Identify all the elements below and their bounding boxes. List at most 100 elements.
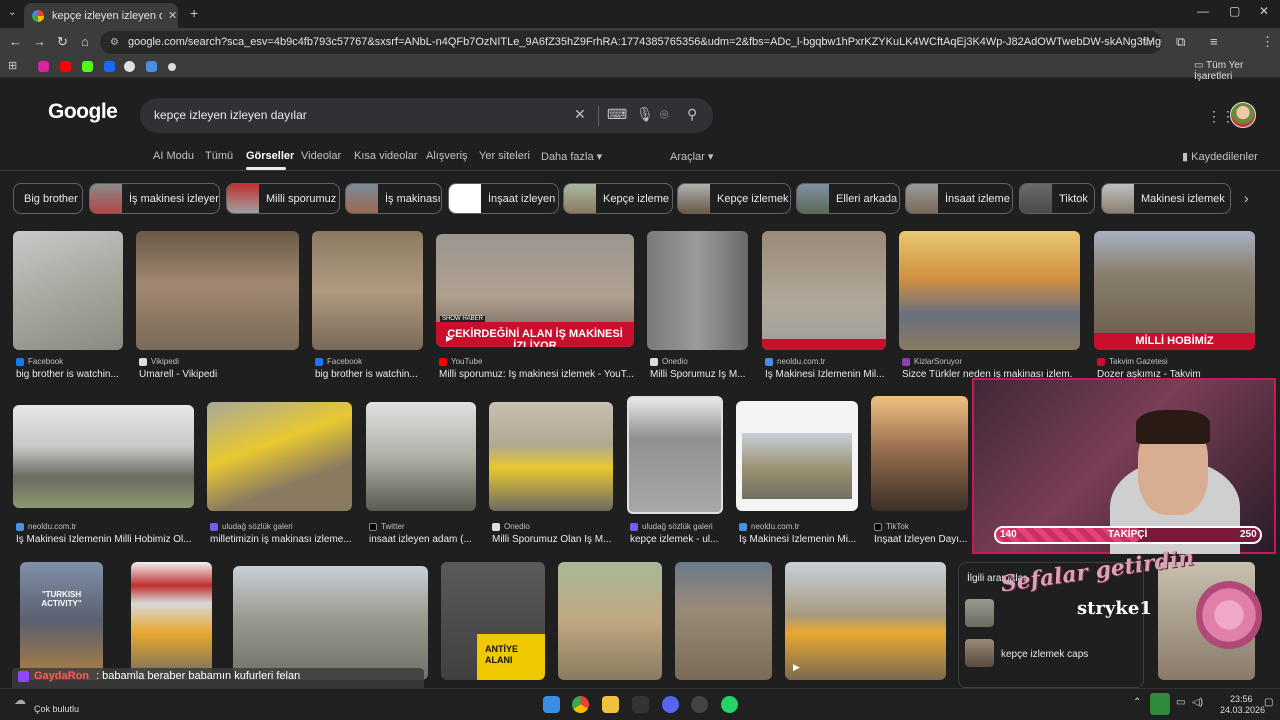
result-caption[interactable]: İş Makinesi İzlemenin Milli Hobimiz Ol..… (16, 534, 196, 545)
result-caption[interactable]: milletimizin iş makinası izleme... (210, 534, 352, 545)
search-box[interactable]: kepçe izleyen izleyen dayılar ✕ ⌨ 🎙 ⌾ ⚲ (140, 98, 713, 133)
result-caption[interactable]: insaat izleyen adam (... (369, 534, 479, 545)
back-icon[interactable]: ← (9, 34, 22, 49)
site-info-icon[interactable]: ⚙ (110, 31, 119, 54)
image-result[interactable]: ▶ (785, 562, 946, 680)
translate-icon[interactable] (146, 61, 157, 72)
chip-insaat-izleyen[interactable]: İnşaat izleyen (448, 183, 559, 214)
image-result[interactable] (736, 401, 858, 511)
network-icon[interactable]: ▭ (1176, 697, 1185, 708)
tab-ai-mode[interactable]: AI Modu (153, 150, 194, 162)
lens-icon[interactable]: ⌾ (660, 106, 668, 123)
weather-icon[interactable]: ☁ (14, 693, 26, 707)
tray-chevron-icon[interactable]: ⌃ (1133, 697, 1141, 708)
tab-videos[interactable]: Videolar (301, 150, 341, 162)
chrome-icon[interactable] (572, 696, 589, 713)
image-result[interactable]: ÇEKİRDEĞİNİ ALAN İŞ MAKİNESİ İZLİYOR SHO… (436, 234, 634, 347)
new-tab-icon[interactable]: + (190, 5, 198, 21)
notifications-icon[interactable]: ▢ (1264, 697, 1273, 708)
result-caption[interactable]: İş Makinesi İzlemenin Mi... (739, 534, 859, 545)
image-result[interactable] (136, 231, 299, 350)
address-bar[interactable]: ⚙ google.com/search?sca_esv=4b9c4fb793c5… (100, 31, 1162, 54)
google-logo[interactable]: Google (48, 100, 118, 124)
image-result[interactable] (489, 402, 613, 511)
tools-button[interactable]: Araçlar ▾ (670, 150, 713, 163)
chip-insaat-izleme[interactable]: İnsaat izleme (905, 183, 1013, 214)
chip-is-makinasi[interactable]: İş makinası (345, 183, 442, 214)
result-caption[interactable]: Milli Sporumuz İş M... (650, 369, 748, 380)
tab-images[interactable]: Görseller (246, 150, 294, 162)
microphone-icon[interactable]: 🎙 (636, 106, 654, 123)
tab-places[interactable]: Yer siteleri (479, 150, 530, 162)
windows-start-icon[interactable] (543, 696, 560, 713)
image-result[interactable] (762, 231, 886, 350)
result-caption[interactable]: Umarell - Vikipedi (139, 369, 299, 380)
chip-kepce-izlemek[interactable]: Kepçe izlemek (677, 183, 791, 214)
chip-is-makinesi-izleyen[interactable]: İş makinesi izleyen (89, 183, 220, 214)
result-caption[interactable]: big brother is watchin... (315, 369, 423, 380)
reload-icon[interactable]: ↻ (57, 34, 68, 50)
behance-icon[interactable] (104, 61, 115, 72)
tab-all[interactable]: Tümü (205, 150, 233, 162)
epic-games-icon[interactable] (632, 696, 649, 713)
image-result[interactable] (899, 231, 1080, 350)
home-icon[interactable]: ⌂ (81, 34, 89, 49)
image-result[interactable] (647, 231, 748, 350)
image-result[interactable] (13, 231, 123, 350)
result-caption[interactable]: big brother is watchin... (16, 369, 126, 380)
account-avatar[interactable] (1230, 102, 1256, 128)
image-result[interactable] (366, 402, 476, 511)
image-result[interactable]: "TURKISH ACTIVITY" (20, 562, 103, 680)
maximize-icon[interactable]: ▢ (1229, 4, 1240, 18)
menu-icon[interactable]: ⋮ (1261, 34, 1274, 50)
openai-icon[interactable] (124, 61, 135, 72)
image-result[interactable] (207, 402, 352, 511)
file-explorer-icon[interactable] (602, 696, 619, 713)
clock-time[interactable]: 23:56 (1230, 694, 1253, 704)
image-result[interactable] (871, 396, 968, 511)
saved-link[interactable]: ▮ Kaydedilenler (1182, 150, 1258, 163)
tab-shopping[interactable]: Alışveriş (426, 150, 468, 162)
related-thumb[interactable] (965, 599, 994, 627)
result-caption[interactable]: Milli sporumuz: İş makinesi izlemek - Yo… (439, 369, 634, 380)
search-icon[interactable]: ⚲ (687, 106, 697, 123)
search-input[interactable]: kepçe izleyen izleyen dayılar (154, 108, 307, 122)
bookmark-icon[interactable] (168, 63, 176, 71)
chip-kepce-izleme[interactable]: Kepçe izleme (563, 183, 673, 214)
close-tab-icon[interactable]: ✕ (168, 9, 177, 22)
tab-more[interactable]: Daha fazla ▾ (541, 150, 602, 163)
kick-icon[interactable] (82, 61, 93, 72)
minimize-icon[interactable]: — (1197, 4, 1209, 18)
tab-short-videos[interactable]: Kısa videolar (354, 150, 418, 162)
image-result[interactable] (233, 566, 428, 680)
extensions-icon[interactable]: ⧉ (1176, 34, 1185, 50)
discord-icon[interactable] (662, 696, 679, 713)
image-result[interactable]: MİLLİ HOBİMİZ (1094, 231, 1255, 350)
related-item[interactable]: kepçe izlemek caps (1001, 649, 1088, 660)
close-window-icon[interactable]: ✕ (1259, 4, 1269, 18)
result-caption[interactable]: Milli Sporumuz Olan İş M... (492, 534, 614, 545)
bookmark-star-icon[interactable]: ☆ (1142, 34, 1154, 50)
chip-makinesi-izlemek[interactable]: Makinesi izlemek (1101, 183, 1231, 214)
related-thumb[interactable] (965, 639, 994, 667)
media-icon[interactable]: ≡ (1210, 34, 1218, 49)
chip-big-brother[interactable]: Big brother (13, 183, 83, 214)
all-bookmarks-link[interactable]: ▭ Tüm Yer İşaretleri (1194, 60, 1280, 82)
result-caption[interactable]: İş Makinesi İzlemenin Mil... (765, 369, 886, 380)
tab-list-icon[interactable]: ⌄ (8, 7, 16, 18)
forward-icon[interactable]: → (33, 34, 46, 49)
result-caption[interactable]: İnşaat İzleyen Dayı... (874, 534, 968, 545)
steam-icon[interactable] (691, 696, 708, 713)
chevron-right-icon[interactable]: › (1244, 190, 1249, 206)
youtube-icon[interactable] (60, 61, 71, 72)
whatsapp-icon[interactable] (721, 696, 738, 713)
clear-icon[interactable]: ✕ (574, 106, 586, 123)
image-result[interactable]: ANTİYE ALANI (441, 562, 545, 680)
apps-grid-icon[interactable]: ⊞ (8, 59, 17, 72)
image-result[interactable] (627, 396, 723, 514)
clock-date[interactable]: 24.03.2026 (1220, 705, 1265, 715)
chip-tiktok[interactable]: Tiktok (1019, 183, 1095, 214)
result-caption[interactable]: kepçe izlemek - ul... (630, 534, 726, 545)
microphone-tray-icon[interactable] (1150, 693, 1170, 715)
image-result[interactable] (13, 405, 194, 508)
